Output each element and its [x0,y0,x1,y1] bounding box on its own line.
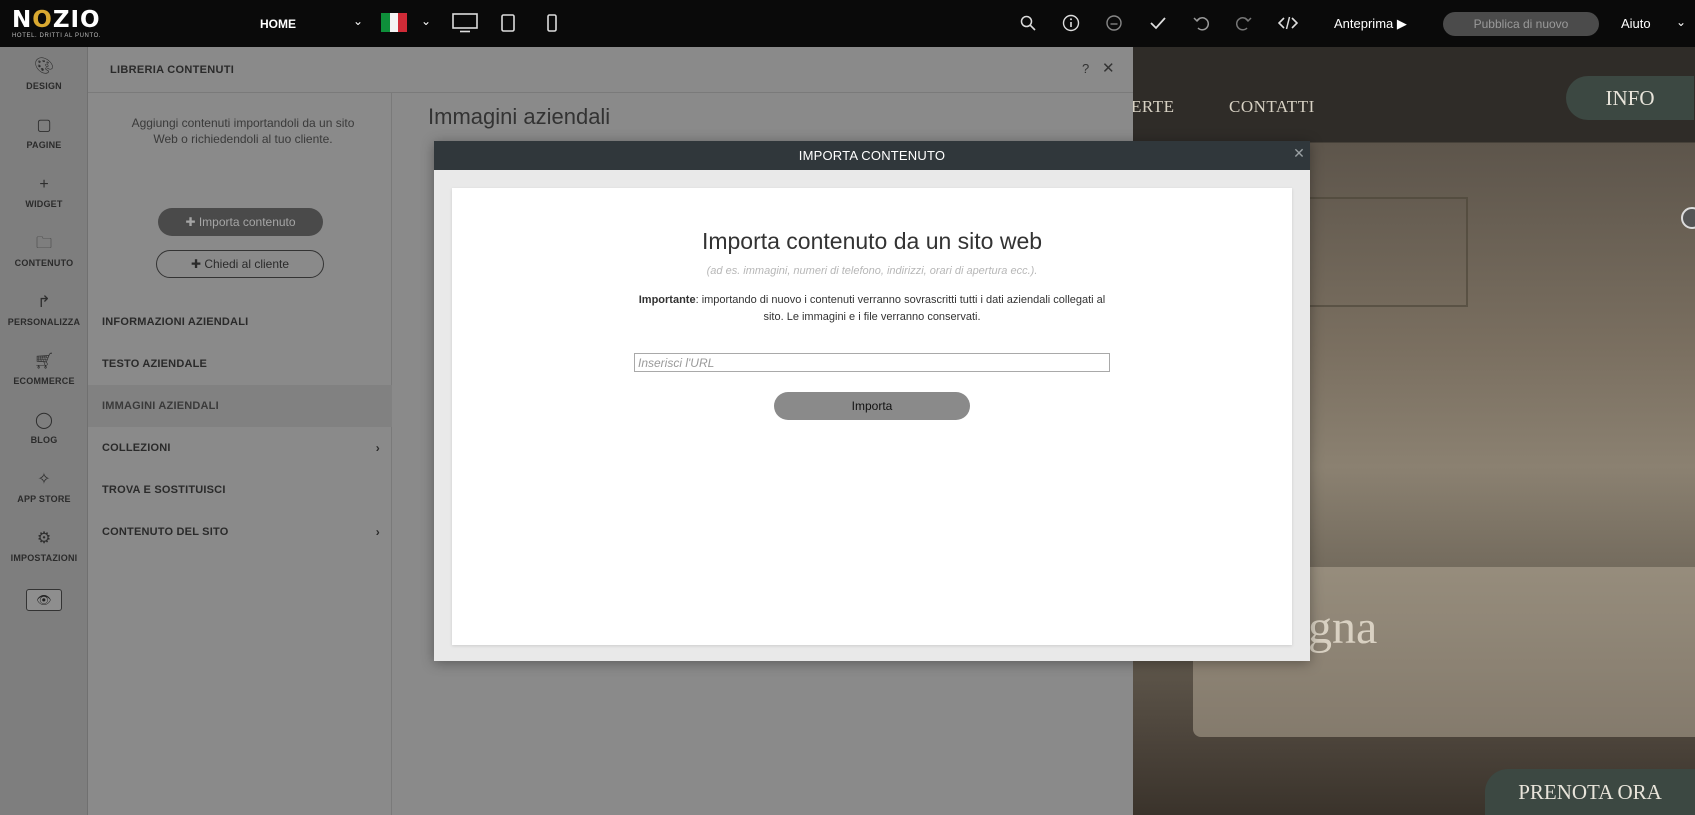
menu-item-business-text[interactable]: TESTO AZIENDALE [88,343,392,385]
import-content-modal: IMPORTA CONTENUTO ✕ Importa contenuto da… [434,141,1310,661]
ask-client-button[interactable]: ✚ Chiedi al cliente [156,250,324,278]
menu-item-find-replace[interactable]: TROVA E SOSTITUISCI [88,469,392,511]
section-title: Immagini aziendali [428,104,611,129]
rail-item-design[interactable]: 🎨︎ DESIGN [0,57,88,91]
modal-subheading: (ad es. immagini, numeri di telefono, in… [706,265,1038,277]
rail-item-label: CONTENUTO [14,258,74,268]
modal-title: IMPORTA CONTENUTO [798,148,946,163]
chevron-right-icon: › [375,441,380,455]
menu-item-business-images[interactable]: IMMAGINI AZIENDALI [88,385,392,427]
logo-tagline: HOTEL. DRITTI AL PUNTO. [12,33,102,39]
menu-item-label: IMMAGINI AZIENDALI [102,400,219,412]
rail-item-customize[interactable]: ↱ PERSONALIZZA [0,293,88,327]
modal-header: IMPORTA CONTENUTO ✕ [434,141,1310,170]
language-chevron-down-icon[interactable]: ⌄ [421,14,431,28]
visibility-eye-icon[interactable]: 👁︎ [26,589,62,611]
rail-item-pages[interactable]: ▢ PAGINE [0,116,88,150]
menu-item-collections[interactable]: COLLEZIONI › [88,427,392,469]
language-flag-icon[interactable] [381,13,408,32]
rail-item-label: PERSONALIZZA [7,317,81,327]
desktop-view-icon[interactable] [451,12,479,34]
page-select[interactable]: HOME [260,17,296,31]
panel-description: Aggiungi contenuti importandoli da un si… [131,116,355,146]
palette-icon: 🎨︎ [33,58,55,75]
rail-item-settings[interactable]: ⚙ IMPOSTAZIONI [0,529,88,563]
preview-nav-offers[interactable]: ERTE [1133,97,1174,117]
help-menu[interactable]: Aiuto [1621,16,1651,31]
flag-white-stripe [389,13,399,32]
comment-icon[interactable] [1102,12,1126,34]
plus-icon: + [39,176,49,193]
left-navigation-rail: 🎨︎ DESIGN ▢ PAGINE + WIDGET 🗀 CONTENUTO … [0,47,88,815]
preview-lock-icon[interactable] [1681,207,1695,229]
panel-title: LIBRERIA CONTENUTI [110,64,235,76]
pages-icon: ▢ [36,117,52,134]
menu-item-label: COLLEZIONI [102,442,171,454]
rail-item-label: BLOG [30,435,58,445]
preview-info-button[interactable]: INFO [1566,76,1694,120]
menu-item-site-content[interactable]: CONTENUTO DEL SITO › [88,511,392,553]
panel-sidebar: Aggiungi contenuti importandoli da un si… [88,93,392,815]
chevron-right-icon: › [375,525,380,539]
rail-item-label: ECOMMERCE [13,376,75,386]
flag-red-stripe [398,13,408,32]
help-chevron-down-icon[interactable]: ⌄ [1676,15,1686,29]
folder-icon: 🗀 [35,235,52,252]
rail-item-label: IMPOSTAZIONI [10,553,78,563]
tablet-view-icon[interactable] [496,12,520,34]
menu-item-label: TROVA E SOSTITUISCI [102,484,226,496]
rail-item-label: PAGINE [26,140,62,150]
publish-button[interactable]: Pubblica di nuovo [1443,12,1599,36]
rail-item-widget[interactable]: + WIDGET [0,175,88,209]
page-select-chevron-down-icon[interactable]: ⌄ [353,14,363,28]
panel-help-icon[interactable]: ? [1082,61,1089,76]
rail-item-label: APP STORE [17,494,71,504]
cart-icon: 🛒︎ [33,353,55,370]
modal-body: Importa contenuto da un sito web (ad es.… [452,188,1292,645]
modal-important-note: Importante: importando di nuovo i conten… [632,292,1112,326]
menu-item-business-info[interactable]: INFORMAZIONI AZIENDALI [88,301,392,343]
code-view-icon[interactable] [1276,12,1300,34]
url-input[interactable] [634,353,1110,372]
chat-bubble-icon: ◯ [35,412,53,429]
rail-item-label: DESIGN [26,81,62,91]
top-bar: NOZIO HOTEL. DRITTI AL PUNTO. HOME ⌄ ⌄ A… [0,0,1695,47]
rail-item-content[interactable]: 🗀 CONTENUTO [0,234,88,268]
import-button[interactable]: Importa [774,392,970,420]
menu-item-label: INFORMAZIONI AZIENDALI [102,316,249,328]
modal-close-icon[interactable]: ✕ [1290,145,1308,165]
preview-button[interactable]: Anteprima ▶ [1334,16,1407,32]
route-icon: ↱ [37,294,51,311]
panel-header: LIBRERIA CONTENUTI ? ✕ [88,47,1133,93]
menu-item-label: CONTENUTO DEL SITO [102,526,229,538]
flag-green-stripe [381,13,390,32]
puzzle-icon: ✧ [37,471,51,488]
rail-item-app-store[interactable]: ✧ APP STORE [0,470,88,504]
search-icon[interactable] [1016,12,1040,34]
info-icon[interactable] [1059,12,1083,34]
nozio-logo[interactable]: NOZIO HOTEL. DRITTI AL PUNTO. [12,8,107,42]
gear-icon: ⚙ [36,530,52,547]
rail-item-label: WIDGET [25,199,63,209]
note-text: : importando di nuovo i contenuti verran… [695,294,1106,323]
preview-book-now-button[interactable]: PRENOTA ORA [1485,769,1695,815]
redo-icon[interactable] [1232,12,1256,34]
panel-close-icon[interactable]: ✕ [1102,59,1115,77]
menu-item-label: TESTO AZIENDALE [102,358,208,370]
rail-item-blog[interactable]: ◯ BLOG [0,411,88,445]
preview-wall-frame [1308,197,1468,307]
import-content-button[interactable]: ✚ Importa contenuto [158,208,323,236]
preview-hero-text: gna [1308,601,1378,654]
note-bold-label: Importante [638,294,696,306]
preview-nav-contacts[interactable]: CONTATTI [1229,97,1315,117]
undo-icon[interactable] [1189,12,1213,34]
checkmark-icon[interactable] [1146,12,1170,34]
modal-heading: Importa contenuto da un sito web [701,228,1043,254]
rail-item-ecommerce[interactable]: 🛒︎ ECOMMERCE [0,352,88,386]
mobile-view-icon[interactable] [540,12,564,34]
logo-wordmark: NOZIO [12,7,101,33]
